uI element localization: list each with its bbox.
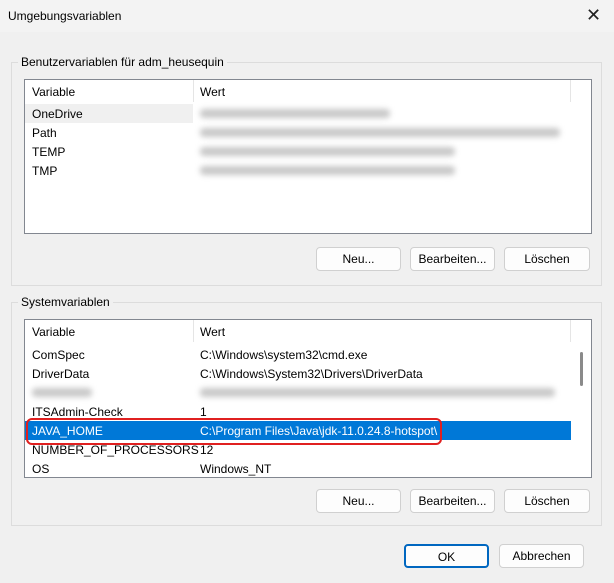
variable-name: ComSpec: [32, 348, 85, 362]
table-row[interactable]: OS Windows_NT: [25, 459, 571, 477]
table-row[interactable]: OneDrive: [25, 104, 193, 123]
variable-value: C:\Windows\system32\cmd.exe: [200, 348, 368, 362]
variable-value: 12: [200, 443, 214, 457]
table-row[interactable]: Path: [25, 123, 571, 142]
variable-name: OneDrive: [32, 107, 83, 121]
table-row[interactable]: ComSpec C:\Windows\system32\cmd.exe: [25, 345, 571, 364]
variable-name: OS: [32, 462, 50, 476]
ok-button[interactable]: OK: [404, 544, 489, 568]
close-icon[interactable]: ✕: [586, 5, 601, 26]
variable-name: DriverData: [32, 367, 90, 381]
system-variables-group: Systemvariablen Variable Wert ComSpec C:\…: [11, 295, 602, 526]
variable-name: Path: [32, 126, 57, 140]
window-title: Umgebungsvariablen: [8, 9, 122, 23]
table-row[interactable]: DriverData C:\Windows\System32\Drivers\Dr…: [25, 364, 571, 383]
cancel-button[interactable]: Abbrechen: [499, 544, 584, 568]
variable-value: C:\Windows\System32\Drivers\DriverData: [200, 367, 423, 381]
user-delete-button[interactable]: Löschen: [504, 247, 590, 271]
user-variables-group: Benutzervariablen für adm_heusequin Vari…: [11, 55, 602, 286]
system-delete-button[interactable]: Löschen: [504, 489, 590, 513]
list-header: Variable Wert: [25, 320, 571, 342]
table-row[interactable]: TEMP: [25, 142, 571, 161]
system-edit-button[interactable]: Bearbeiten...: [410, 489, 495, 513]
table-row-redacted[interactable]: [25, 383, 571, 402]
title-bar: Umgebungsvariablen ✕: [0, 0, 614, 32]
user-edit-button[interactable]: Bearbeiten...: [410, 247, 495, 271]
variable-name: TEMP: [32, 145, 66, 159]
group-label: Benutzervariablen für adm_heusequin: [18, 55, 227, 69]
highlight-annotation: [26, 418, 442, 445]
redacted-value: [200, 109, 390, 118]
user-variables-list[interactable]: Variable Wert OneDrive Path TEMP TMP: [24, 79, 592, 234]
user-new-button[interactable]: Neu...: [316, 247, 401, 271]
variable-name: NUMBER_OF_PROCESSORS: [32, 443, 199, 457]
column-header-variable[interactable]: Variable: [32, 325, 75, 339]
column-header-variable[interactable]: Variable: [32, 85, 75, 99]
variable-value: 1: [200, 405, 207, 419]
variable-value: Windows_NT: [200, 462, 272, 476]
group-label: Systemvariablen: [18, 295, 113, 309]
variable-name: TMP: [32, 164, 58, 178]
system-variables-list[interactable]: Variable Wert ComSpec C:\Windows\system32…: [24, 319, 592, 478]
column-header-value[interactable]: Wert: [200, 85, 225, 99]
table-row[interactable]: TMP: [25, 161, 571, 180]
list-header: Variable Wert: [25, 80, 571, 102]
scrollbar-thumb[interactable]: [580, 352, 583, 386]
variable-name: ITSAdmin-Check: [32, 405, 123, 419]
column-header-value[interactable]: Wert: [200, 325, 225, 339]
system-new-button[interactable]: Neu...: [316, 489, 401, 513]
